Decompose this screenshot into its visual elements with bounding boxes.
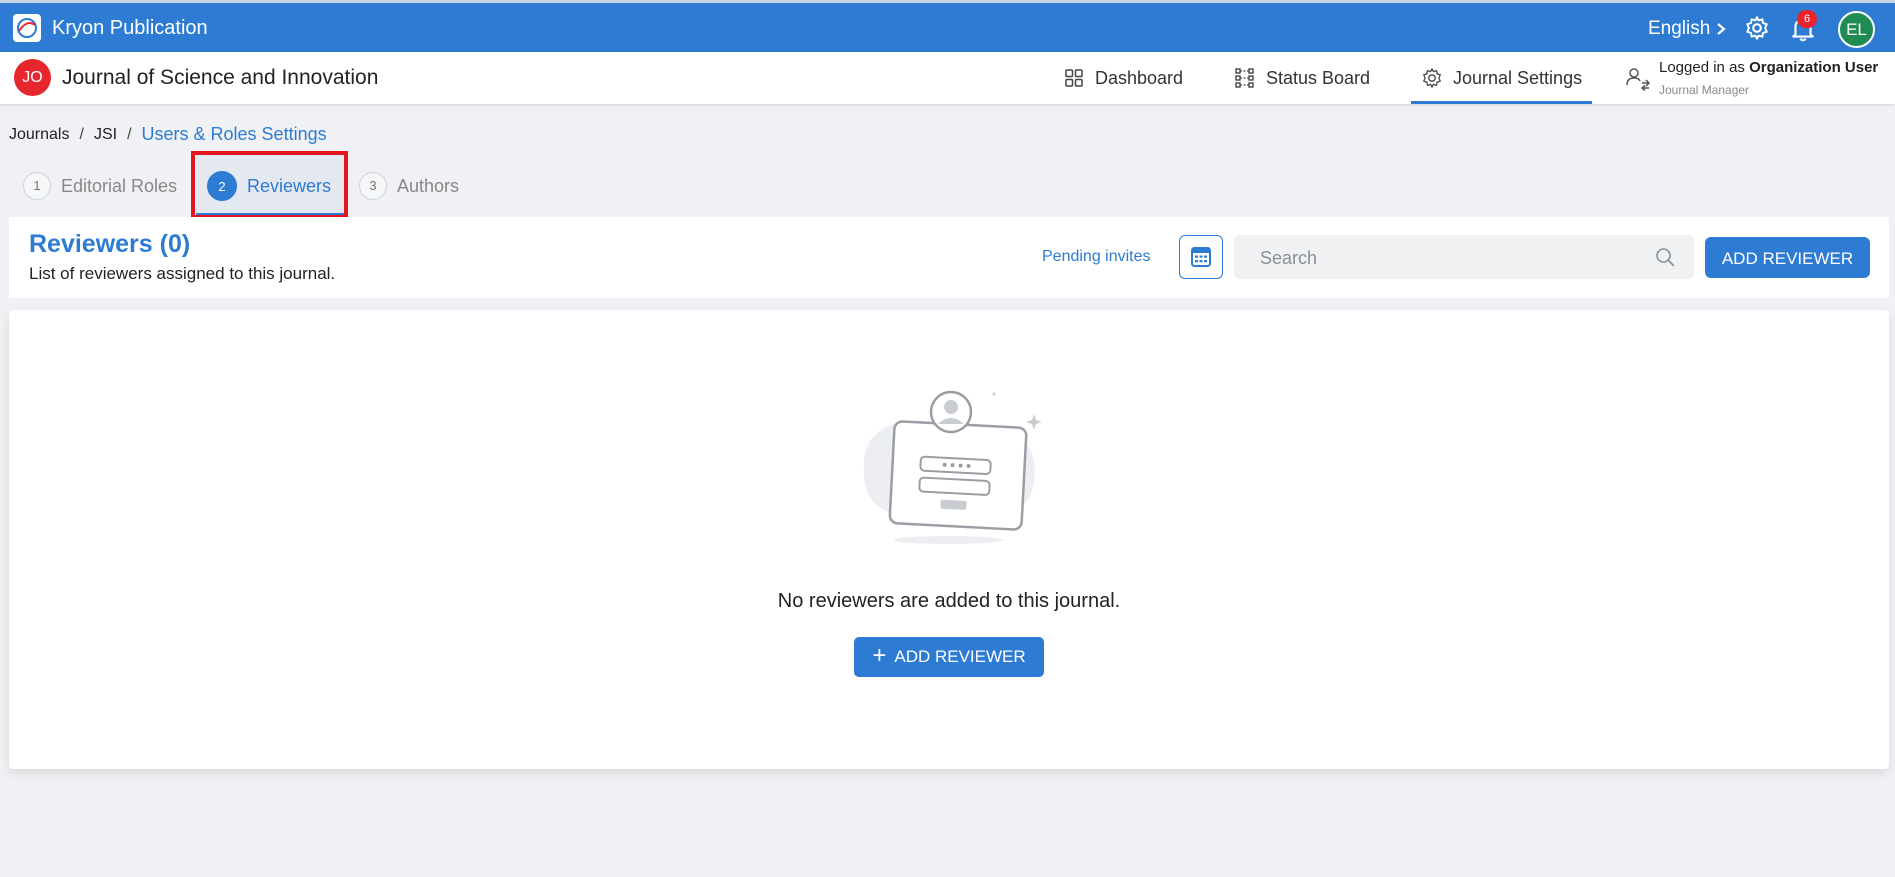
step-label: Authors bbox=[397, 175, 460, 196]
search-box bbox=[1234, 235, 1694, 281]
user-switch-icon[interactable] bbox=[1625, 65, 1651, 91]
step-label: Editorial Roles bbox=[61, 175, 178, 196]
step-number: 1 bbox=[23, 172, 51, 200]
language-label: English bbox=[1648, 18, 1711, 39]
empty-state-message: No reviewers are added to this journal. bbox=[777, 590, 1121, 612]
pending-invites-link[interactable]: Pending invites bbox=[1042, 248, 1151, 266]
reviewers-title: Reviewers (0) bbox=[29, 230, 191, 258]
step-editorial-roles[interactable]: 1 Editorial Roles bbox=[23, 168, 177, 204]
user-avatar[interactable]: EL bbox=[1838, 11, 1875, 48]
journal-title: Journal of Science and Innovation bbox=[62, 66, 379, 89]
breadcrumb-separator: / bbox=[127, 125, 132, 143]
nav-dashboard[interactable]: Dashboard bbox=[1063, 52, 1183, 104]
notification-badge: 6 bbox=[1797, 10, 1817, 28]
grid-icon bbox=[1065, 69, 1083, 87]
journal-avatar: JO bbox=[14, 59, 51, 96]
reviewers-subtitle: List of reviewers assigned to this journ… bbox=[29, 264, 336, 283]
logged-in-user-name: Organization User bbox=[1749, 59, 1879, 76]
nav-status-board[interactable]: Status Board bbox=[1234, 52, 1370, 104]
gear-icon bbox=[1423, 68, 1441, 88]
user-role: Journal Manager bbox=[1659, 83, 1750, 97]
step-authors[interactable]: 3 Authors bbox=[359, 168, 459, 204]
search-input[interactable] bbox=[1258, 235, 1642, 281]
add-reviewer-button[interactable]: ADD REVIEWER bbox=[1705, 237, 1870, 278]
nav-journal-settings-label: Journal Settings bbox=[1453, 67, 1583, 88]
breadcrumb-jsi[interactable]: JSI bbox=[94, 126, 117, 144]
chevron-right-icon bbox=[1717, 23, 1727, 35]
language-selector[interactable]: English bbox=[1648, 18, 1727, 40]
breadcrumb-separator: / bbox=[79, 125, 84, 143]
table-view-icon bbox=[1191, 247, 1211, 267]
empty-state-illustration bbox=[863, 390, 1042, 544]
app-name[interactable]: Kryon Publication bbox=[52, 17, 208, 40]
kryon-logo-icon[interactable] bbox=[13, 14, 41, 42]
nav-status-board-label: Status Board bbox=[1266, 67, 1371, 88]
nav-journal-settings[interactable]: Journal Settings bbox=[1411, 52, 1593, 104]
step-number: 3 bbox=[359, 172, 387, 200]
journal-header: JO Journal of Science and Innovation Das… bbox=[0, 52, 1895, 104]
add-reviewer-empty-button[interactable]: + ADD REVIEWER bbox=[854, 637, 1044, 677]
table-view-button[interactable] bbox=[1179, 235, 1223, 279]
breadcrumb: Journals / JSI / Users & Roles Settings bbox=[9, 124, 327, 145]
reviewers-header-card: Reviewers (0) List of reviewers assigned… bbox=[9, 217, 1889, 298]
breadcrumb-journals[interactable]: Journals bbox=[9, 126, 69, 144]
empty-state-card: No reviewers are added to this journal. … bbox=[9, 310, 1889, 769]
plus-icon: + bbox=[872, 642, 887, 669]
settings-gear-icon[interactable] bbox=[1744, 15, 1770, 41]
nav-dashboard-label: Dashboard bbox=[1095, 67, 1184, 88]
logged-in-prefix: Logged in as bbox=[1659, 59, 1750, 76]
highlight-annotation bbox=[191, 151, 348, 219]
top-bar: Kryon Publication English 6 EL bbox=[0, 0, 1895, 52]
add-reviewer-empty-label: ADD REVIEWER bbox=[894, 647, 1026, 666]
status-board-icon bbox=[1235, 68, 1254, 88]
search-icon[interactable] bbox=[1654, 246, 1676, 268]
breadcrumb-current: Users & Roles Settings bbox=[141, 124, 327, 144]
logged-in-label: Logged in as Organization User bbox=[1659, 59, 1878, 76]
